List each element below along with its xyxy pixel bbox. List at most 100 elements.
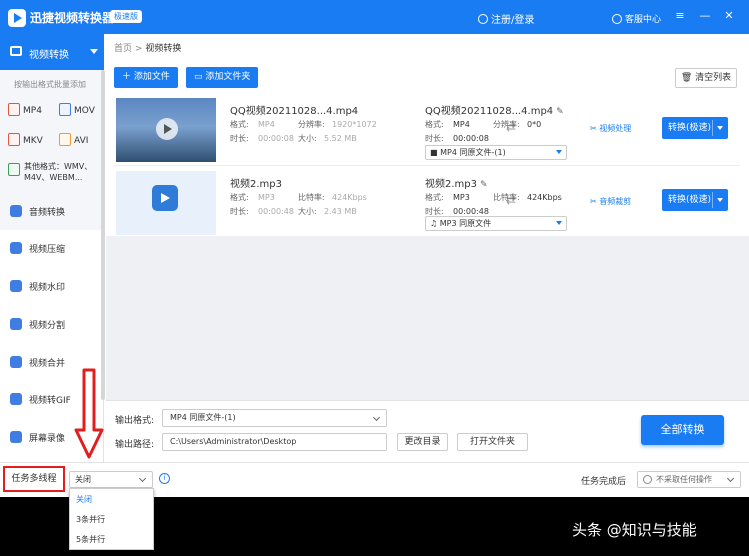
- output-path-label: 输出路径:: [115, 440, 155, 450]
- format-mp4[interactable]: MP4: [8, 103, 42, 116]
- output-format-text: MP4 同原文件-(1): [170, 413, 236, 422]
- sidebar-item-label: 视频转GIF: [29, 396, 71, 406]
- chat-icon: [612, 14, 622, 24]
- format-label: MKV: [23, 136, 43, 146]
- source-file-name: QQ视频20211028...4.mp4: [230, 106, 359, 117]
- meta-label: 分辨率:: [493, 120, 520, 129]
- chevron-down-icon: [138, 474, 147, 483]
- chevron-down-icon: [372, 413, 381, 422]
- format-other[interactable]: 其他格式：WMV、 M4V、WEBM...: [24, 161, 92, 183]
- minimize-icon[interactable]: —: [698, 9, 712, 22]
- add-folder-button[interactable]: ▭ 添加文件夹: [186, 67, 259, 88]
- meta-label: 格式:: [425, 120, 444, 129]
- audio-trim-link[interactable]: ✂ 音频裁剪: [590, 196, 631, 207]
- add-file-button[interactable]: ＋ 添加文件: [114, 67, 178, 88]
- output-name-text: 视频2.mp3: [425, 179, 477, 190]
- file-list-empty-area: [106, 236, 749, 400]
- output-format-value: MP4 同原文件-(1): [440, 148, 506, 157]
- meta-value: MP4: [453, 120, 470, 129]
- app-window: 迅捷视频转换器 极速版 注册/登录 客服中心 ≡ — ✕ 视频转换 按输出格式批…: [0, 0, 749, 497]
- mov-icon: [59, 103, 71, 116]
- thread-option-off[interactable]: 关闭: [70, 490, 153, 510]
- app-logo-icon: [8, 9, 26, 27]
- breadcrumb-separator: >: [134, 44, 143, 54]
- login-link[interactable]: 注册/登录: [478, 11, 534, 26]
- breadcrumb: 首页 > 视频转换: [114, 41, 181, 54]
- tool-label: 音频裁剪: [599, 197, 632, 206]
- chevron-down-icon: [726, 474, 735, 483]
- app-title: 迅捷视频转换器: [30, 11, 115, 25]
- output-format-select[interactable]: ■ MP4 同原文件-(1): [425, 145, 567, 160]
- sidebar-item-label: 视频分割: [29, 321, 66, 331]
- output-format-value: MP3 同原文件: [439, 219, 492, 228]
- meta-label: 大小:: [298, 134, 317, 143]
- tool-label: 视频处理: [599, 124, 632, 133]
- on-complete-select[interactable]: 不采取任何操作: [637, 471, 741, 488]
- audio-icon: [10, 205, 22, 217]
- sidebar-item-label: 音频转换: [29, 208, 66, 218]
- meta-value: 424Kbps: [527, 193, 562, 202]
- output-meta-row: 时长: 00:00:08: [425, 133, 489, 144]
- batch-hint: 按输出格式批量添加: [14, 80, 86, 89]
- format-mkv[interactable]: MKV: [8, 133, 43, 146]
- meta-value: 2.43 MB: [324, 207, 357, 216]
- clear-list-button[interactable]: 🗑 清空列表: [675, 68, 737, 88]
- mkv-icon: [8, 133, 20, 146]
- gif-icon: [10, 393, 22, 405]
- output-path-input[interactable]: C:\Users\Administrator\Desktop: [162, 433, 387, 451]
- red-arrow-annotation: [74, 368, 104, 459]
- on-complete-label: 任务完成后: [581, 477, 627, 487]
- sidebar-item-compress[interactable]: 视频压缩: [0, 233, 104, 263]
- login-label: 注册/登录: [491, 15, 535, 26]
- button-divider: [712, 120, 713, 136]
- record-icon: [10, 431, 22, 443]
- sidebar-item-split[interactable]: 视频分割: [0, 309, 104, 339]
- chevron-down-icon: [556, 150, 562, 154]
- multi-thread-select[interactable]: 关闭: [69, 471, 153, 488]
- play-icon[interactable]: [156, 118, 178, 140]
- video-thumbnail[interactable]: [116, 98, 216, 162]
- chevron-down-icon[interactable]: [717, 126, 723, 130]
- meta-label: 时长:: [425, 134, 444, 143]
- menu-icon[interactable]: ≡: [673, 9, 687, 22]
- breadcrumb-home[interactable]: 首页: [114, 44, 132, 54]
- output-format-select[interactable]: ♫ MP3 同原文件: [425, 216, 567, 231]
- format-avi[interactable]: AVI: [59, 133, 88, 146]
- sidebar-scrollbar[interactable]: [101, 70, 105, 400]
- clear-label: 清空列表: [695, 73, 732, 83]
- chevron-down-icon: [556, 221, 562, 225]
- pencil-icon[interactable]: ✎: [556, 107, 564, 117]
- service-link[interactable]: 客服中心: [612, 12, 661, 25]
- meta-label: 时长:: [230, 134, 249, 143]
- info-icon[interactable]: i: [159, 473, 170, 484]
- close-icon[interactable]: ✕: [722, 9, 736, 22]
- meta-label: 比特率:: [493, 193, 520, 202]
- convert-all-button[interactable]: 全部转换: [641, 415, 724, 445]
- format-mov[interactable]: MOV: [59, 103, 95, 116]
- sidebar-item-label: 视频合并: [29, 359, 66, 369]
- change-dir-button[interactable]: 更改目录: [397, 433, 448, 451]
- source-meta-row: 时长: 00:00:08 大小: 5.52 MB: [230, 133, 357, 144]
- open-folder-button[interactable]: 打开文件夹: [457, 433, 528, 451]
- thread-option-3[interactable]: 3条并行: [70, 510, 153, 530]
- output-format-dropdown[interactable]: MP4 同原文件-(1): [162, 409, 387, 427]
- meta-value: 00:00:48: [258, 207, 294, 216]
- chevron-down-icon[interactable]: [717, 198, 723, 202]
- meta-value: 00:00:08: [258, 134, 294, 143]
- meta-value: 424Kbps: [332, 193, 367, 202]
- sidebar-item-label: 视频压缩: [29, 245, 66, 255]
- video-process-link[interactable]: ✂ 视频处理: [590, 123, 631, 134]
- sidebar-item-watermark[interactable]: 视频水印: [0, 271, 104, 301]
- meta-value: 00:00:48: [453, 207, 489, 216]
- convert-button[interactable]: 转换(极速): [662, 117, 728, 139]
- service-label: 客服中心: [625, 15, 662, 25]
- compress-icon: [10, 242, 22, 254]
- sidebar-item-video-convert[interactable]: 视频转换: [0, 34, 104, 70]
- audio-thumbnail[interactable]: [116, 171, 216, 235]
- other-formats-line2: M4V、WEBM...: [24, 173, 83, 182]
- convert-button[interactable]: 转换(极速): [662, 189, 728, 211]
- sidebar-item-audio-convert[interactable]: 音频转换: [0, 196, 104, 226]
- output-meta-row: 格式: MP3 比特率: 424Kbps: [425, 192, 562, 203]
- thread-option-5[interactable]: 5条并行: [70, 530, 153, 550]
- pencil-icon[interactable]: ✎: [480, 180, 488, 190]
